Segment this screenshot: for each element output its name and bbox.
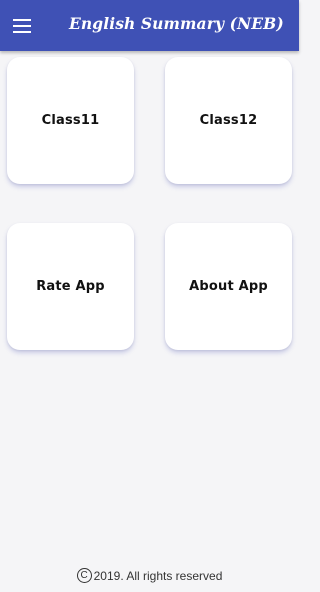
- hamburger-menu-icon: [13, 19, 31, 33]
- app-bar: English Summary (NEB): [0, 0, 299, 51]
- copyright-text: 2019. All rights reserved: [93, 568, 223, 583]
- about-app-card[interactable]: About App: [165, 223, 292, 350]
- about-app-label: About App: [189, 279, 268, 294]
- menu-button[interactable]: [10, 14, 34, 38]
- app-title: English Summary (NEB): [69, 14, 284, 33]
- class11-label: Class11: [41, 113, 100, 128]
- class11-card[interactable]: Class11: [7, 57, 134, 184]
- footer: C 2019. All rights reserved: [0, 568, 299, 583]
- rate-app-card[interactable]: Rate App: [7, 223, 134, 350]
- copyright-icon: C: [76, 568, 92, 583]
- class12-label: Class12: [199, 113, 258, 128]
- class12-card[interactable]: Class12: [165, 57, 292, 184]
- rate-app-label: Rate App: [36, 279, 105, 294]
